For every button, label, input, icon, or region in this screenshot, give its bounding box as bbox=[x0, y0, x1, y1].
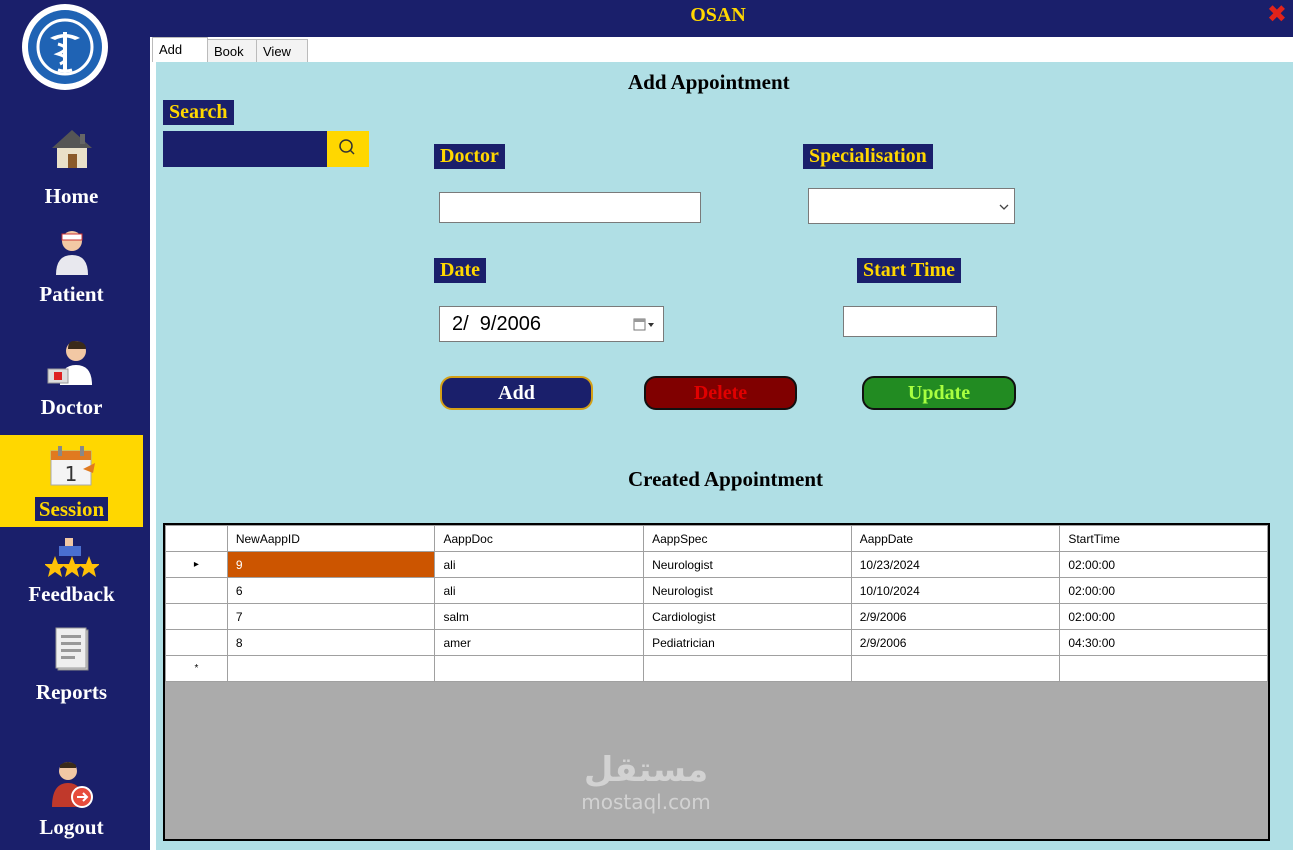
table-cell[interactable] bbox=[643, 655, 852, 682]
start-time-field[interactable] bbox=[843, 306, 997, 337]
add-button[interactable]: Add bbox=[440, 376, 593, 410]
watermark-arabic: مستقل bbox=[583, 750, 709, 790]
table-cell[interactable]: Cardiologist bbox=[643, 603, 852, 630]
search-button[interactable] bbox=[327, 131, 369, 167]
table-row[interactable]: ▸ 9 ali Neurologist 10/23/2024 02:00:00 bbox=[165, 551, 1268, 578]
table-cell[interactable]: ali bbox=[434, 577, 645, 604]
column-header[interactable]: AappDoc bbox=[434, 525, 645, 552]
sidebar-item-label: Home bbox=[44, 184, 99, 208]
table-cell[interactable]: 04:30:00 bbox=[1059, 629, 1268, 656]
table-cell[interactable]: ali bbox=[434, 551, 645, 578]
table-cell[interactable]: 02:00:00 bbox=[1059, 551, 1268, 578]
row-header[interactable] bbox=[165, 629, 228, 656]
table-cell[interactable]: 9 bbox=[226, 551, 436, 578]
table-row[interactable]: 8 amer Pediatrician 2/9/2006 04:30:00 bbox=[165, 629, 1268, 656]
table-cell[interactable]: 02:00:00 bbox=[1059, 603, 1268, 630]
search-label: Search bbox=[163, 100, 234, 125]
table-header-row: NewAappID AappDoc AappSpec AappDate Star… bbox=[165, 525, 1268, 552]
table-cell[interactable]: 02:00:00 bbox=[1059, 577, 1268, 604]
table-cell[interactable]: 2/9/2006 bbox=[850, 629, 1061, 656]
sidebar: Home Patient Doctor 1 Session Feedback R… bbox=[0, 0, 143, 850]
patient-icon bbox=[52, 229, 92, 282]
new-row[interactable]: * bbox=[165, 655, 1268, 682]
doctor-field[interactable] bbox=[439, 192, 701, 223]
tab-strip: Add Book View bbox=[150, 37, 1293, 64]
sidebar-item-label: Feedback bbox=[28, 582, 115, 606]
table-cell[interactable]: amer bbox=[434, 629, 645, 656]
sidebar-item-reports[interactable]: Reports bbox=[0, 622, 143, 712]
svg-text:1: 1 bbox=[64, 462, 77, 486]
date-label: Date bbox=[434, 258, 486, 283]
table-cell[interactable]: 8 bbox=[226, 629, 436, 656]
column-header[interactable]: NewAappID bbox=[226, 525, 436, 552]
column-header[interactable]: AappSpec bbox=[643, 525, 852, 552]
doctor-icon bbox=[44, 339, 100, 392]
table-title: Created Appointment bbox=[628, 467, 824, 491]
tab-add[interactable]: Add bbox=[152, 37, 208, 64]
watermark-latin: mostaql.com bbox=[581, 790, 711, 814]
specialisation-label: Specialisation bbox=[803, 144, 933, 169]
row-header-corner bbox=[165, 525, 228, 552]
date-picker[interactable]: 2/ 9/2006 bbox=[439, 306, 664, 342]
sidebar-item-doctor[interactable]: Doctor bbox=[0, 335, 143, 425]
page-title: Add Appointment bbox=[628, 70, 790, 94]
date-value: 2/ 9/2006 bbox=[452, 313, 541, 335]
sidebar-item-label: Patient bbox=[39, 282, 104, 306]
table-row[interactable]: 6 ali Neurologist 10/10/2024 02:00:00 bbox=[165, 577, 1268, 604]
sidebar-item-label: Reports bbox=[35, 680, 108, 704]
sidebar-item-feedback[interactable]: Feedback bbox=[0, 530, 143, 615]
table-cell[interactable]: Neurologist bbox=[643, 551, 852, 578]
app-logo bbox=[22, 4, 108, 90]
sidebar-item-patient[interactable]: Patient bbox=[0, 225, 143, 310]
calendar-dropdown-icon[interactable] bbox=[633, 318, 655, 332]
start-time-label: Start Time bbox=[857, 258, 962, 283]
search-icon bbox=[339, 139, 355, 155]
sidebar-item-home[interactable]: Home bbox=[0, 120, 143, 215]
table-cell[interactable]: Pediatrician bbox=[643, 629, 852, 656]
search-input[interactable] bbox=[163, 131, 327, 167]
calendar-icon: 1 bbox=[47, 443, 97, 492]
update-button[interactable]: Update bbox=[862, 376, 1016, 410]
tab-book[interactable]: Book bbox=[207, 39, 257, 63]
sidebar-item-logout[interactable]: Logout bbox=[0, 755, 143, 845]
app-title: OSAN bbox=[690, 4, 746, 26]
table-cell[interactable]: 10/10/2024 bbox=[850, 577, 1061, 604]
table-cell[interactable] bbox=[850, 655, 1061, 682]
feedback-stars-icon bbox=[43, 534, 100, 585]
table-cell[interactable]: 2/9/2006 bbox=[850, 603, 1061, 630]
report-icon bbox=[52, 626, 92, 677]
row-header[interactable] bbox=[165, 577, 228, 604]
row-header[interactable] bbox=[165, 603, 228, 630]
table-row[interactable]: 7 salm Cardiologist 2/9/2006 02:00:00 bbox=[165, 603, 1268, 630]
row-selector-icon[interactable]: ▸ bbox=[165, 551, 228, 578]
doctor-label: Doctor bbox=[434, 144, 505, 169]
table-cell[interactable]: Neurologist bbox=[643, 577, 852, 604]
sidebar-item-label: Doctor bbox=[40, 395, 103, 419]
tab-view[interactable]: View bbox=[256, 39, 308, 63]
table-cell[interactable]: 6 bbox=[226, 577, 436, 604]
specialisation-select[interactable] bbox=[808, 188, 1015, 224]
sidebar-item-session[interactable]: 1 Session bbox=[0, 435, 143, 527]
sidebar-item-label: Session bbox=[0, 497, 143, 522]
table-cell[interactable] bbox=[226, 655, 436, 682]
pharmacy-caduceus-icon bbox=[28, 10, 102, 84]
home-icon bbox=[50, 128, 94, 175]
table-cell[interactable] bbox=[1059, 655, 1268, 682]
column-header[interactable]: StartTime bbox=[1059, 525, 1268, 552]
table-cell[interactable]: 10/23/2024 bbox=[850, 551, 1061, 578]
sidebar-item-label: Logout bbox=[39, 815, 104, 839]
table-cell[interactable] bbox=[434, 655, 645, 682]
delete-button[interactable]: Delete bbox=[644, 376, 797, 410]
table-cell[interactable]: salm bbox=[434, 603, 645, 630]
chevron-down-icon bbox=[999, 204, 1009, 210]
title-bar: OSAN ✖ bbox=[143, 0, 1293, 33]
column-header[interactable]: AappDate bbox=[850, 525, 1061, 552]
watermark: مستقل mostaql.com bbox=[556, 750, 736, 814]
close-icon[interactable]: ✖ bbox=[1267, 0, 1287, 28]
new-row-marker[interactable]: * bbox=[165, 655, 228, 682]
logout-icon bbox=[50, 759, 94, 814]
table-cell[interactable]: 7 bbox=[226, 603, 436, 630]
